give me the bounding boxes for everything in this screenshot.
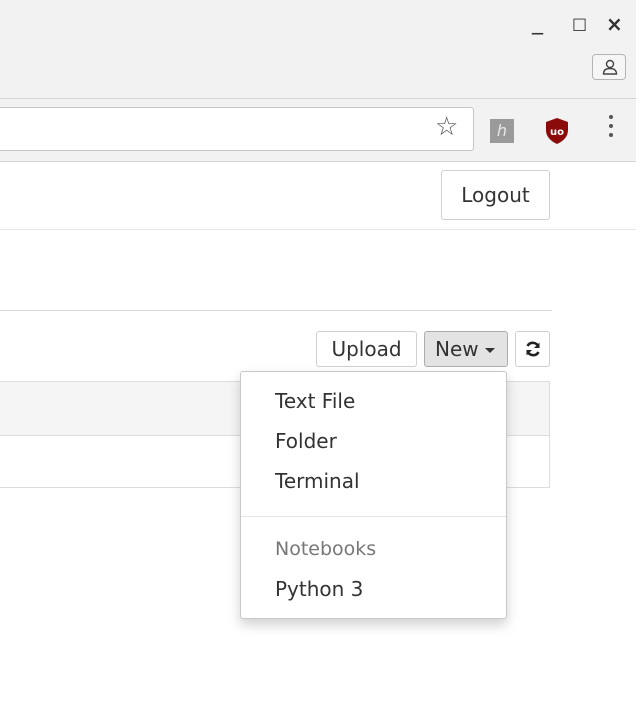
upload-button[interactable]: Upload: [316, 331, 417, 367]
maximize-button[interactable]: □: [572, 14, 587, 33]
ublock-origin-icon[interactable]: uo: [544, 117, 570, 149]
browser-titlebar: _ □ ×: [0, 0, 636, 98]
menu-item-text-file[interactable]: Text File: [275, 386, 495, 416]
menu-item-terminal[interactable]: Terminal: [275, 466, 495, 496]
address-bar[interactable]: ☆: [0, 107, 474, 151]
tabs-divider: [0, 310, 552, 311]
minimize-button[interactable]: _: [532, 10, 543, 35]
menu-item-python3[interactable]: Python 3: [275, 574, 495, 604]
logout-button[interactable]: Logout: [441, 170, 550, 220]
new-button-label: New: [435, 337, 479, 361]
new-dropdown-button[interactable]: New: [424, 331, 508, 367]
profile-button[interactable]: [592, 54, 626, 80]
refresh-button[interactable]: [515, 331, 550, 367]
caret-down-icon: [484, 348, 495, 353]
close-button[interactable]: ×: [606, 12, 623, 36]
person-icon: [602, 59, 618, 75]
menu-section-notebooks: Notebooks: [275, 538, 377, 560]
menu-divider: [241, 516, 506, 517]
refresh-icon: [526, 341, 540, 357]
header-divider: [0, 229, 636, 230]
browser-toolbar: ☆ h uo: [0, 98, 636, 162]
h-extension-icon[interactable]: h: [490, 119, 514, 143]
svg-text:uo: uo: [550, 127, 564, 138]
new-dropdown-menu: Text File Folder Terminal Notebooks Pyth…: [240, 371, 507, 619]
browser-menu-icon[interactable]: [606, 115, 616, 145]
star-icon[interactable]: ☆: [435, 112, 458, 142]
menu-item-folder[interactable]: Folder: [275, 426, 495, 456]
